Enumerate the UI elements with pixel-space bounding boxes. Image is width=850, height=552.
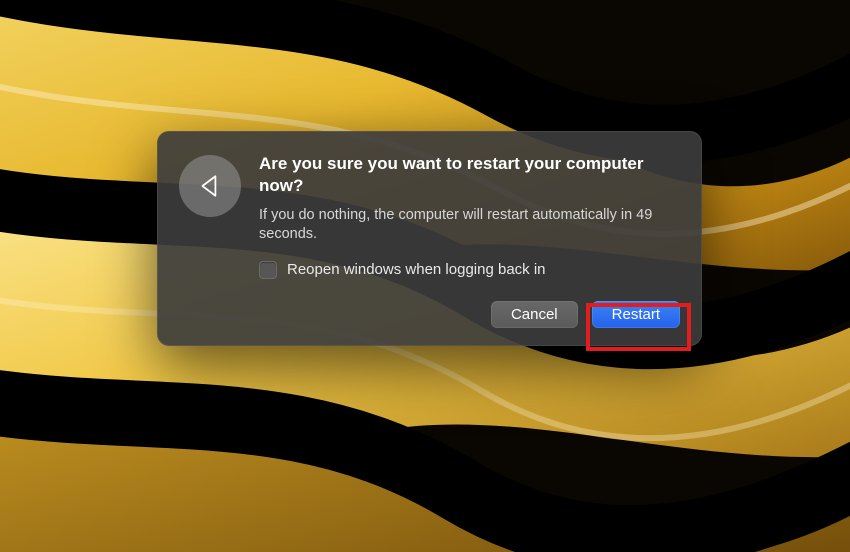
restart-button[interactable]: Restart xyxy=(592,301,680,328)
triangle-left-icon xyxy=(197,173,223,199)
reopen-windows-checkbox[interactable] xyxy=(259,261,277,279)
reopen-windows-label: Reopen windows when logging back in xyxy=(287,261,546,278)
dialog-text-block: Are you sure you want to restart your co… xyxy=(259,153,680,301)
cancel-button[interactable]: Cancel xyxy=(491,301,578,328)
dialog-content: Are you sure you want to restart your co… xyxy=(179,153,680,301)
dialog-title: Are you sure you want to restart your co… xyxy=(259,153,680,197)
restart-dialog: Are you sure you want to restart your co… xyxy=(157,131,702,346)
dialog-subtitle: If you do nothing, the computer will res… xyxy=(259,206,680,245)
dialog-button-row: Cancel Restart xyxy=(179,301,680,328)
reopen-windows-option[interactable]: Reopen windows when logging back in xyxy=(259,261,680,279)
app-icon xyxy=(179,155,241,217)
